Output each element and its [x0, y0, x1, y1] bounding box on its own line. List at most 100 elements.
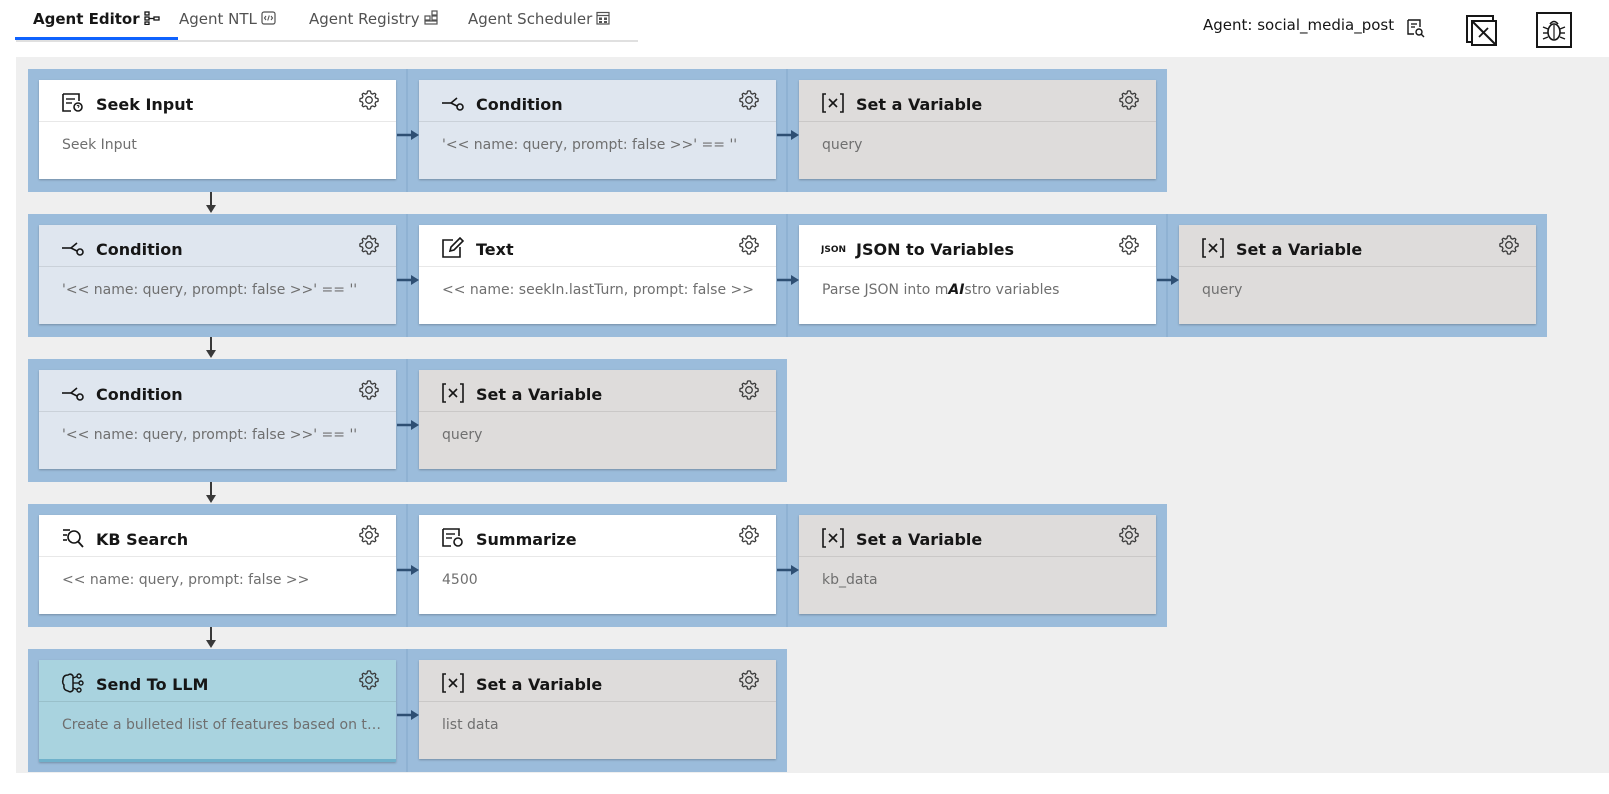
card-title: Send To LLM: [96, 675, 209, 694]
agent-name-label: Agent: social_media_post: [1203, 16, 1395, 34]
variable-icon: [821, 92, 845, 114]
card-body-text: kb_data: [822, 572, 878, 588]
card-header: Set a Variable: [799, 515, 1156, 557]
gear-icon[interactable]: [1118, 524, 1140, 546]
card-header: Condition: [419, 80, 776, 122]
arrow-right-icon: [397, 705, 419, 720]
debug-icon[interactable]: [1536, 12, 1572, 52]
variable-icon: [441, 672, 465, 694]
json-icon: JSON: [820, 237, 846, 259]
node-card-seek-input[interactable]: Seek Input Seek Input: [39, 80, 396, 179]
llm-icon: [61, 672, 85, 694]
card-body: kb_data: [822, 572, 1144, 588]
node-card-json-to-variables[interactable]: JSON JSON to Variables Parse JSON into m…: [799, 225, 1156, 324]
arrow-down-icon: [206, 337, 216, 359]
gear-icon[interactable]: [358, 234, 380, 256]
card-header: Condition: [39, 370, 396, 412]
card-title: Summarize: [476, 530, 577, 549]
card-title: JSON to Variables: [856, 240, 1015, 259]
branch-icon: [61, 237, 85, 259]
tab-bar: Agent Editor Agent NTL Agent Registry Ag…: [15, 0, 638, 42]
card-title: Set a Variable: [476, 675, 603, 694]
gear-icon[interactable]: [738, 89, 760, 111]
arrow-right-icon: [777, 270, 799, 285]
card-title: Set a Variable: [1236, 240, 1363, 259]
node-card-summarize[interactable]: Summarize 4500: [419, 515, 776, 614]
gear-icon[interactable]: [738, 669, 760, 691]
seek-input-icon: [61, 92, 85, 114]
card-body-text: 4500: [442, 572, 478, 588]
card-title: Condition: [96, 240, 183, 259]
gear-icon[interactable]: [358, 669, 380, 691]
gear-icon[interactable]: [1118, 234, 1140, 256]
node-card-set-a-variable[interactable]: Set a Variable query: [419, 370, 776, 469]
calendar-icon: [596, 1, 610, 39]
branch-icon: [61, 382, 85, 404]
node-card-set-a-variable[interactable]: Set a Variable query: [799, 80, 1156, 179]
arrow-down-icon: [206, 192, 216, 214]
card-body-text: '<< name: query, prompt: false >>' == '': [442, 137, 738, 153]
search-document-icon[interactable]: [1405, 18, 1425, 42]
node-card-text[interactable]: Text << name: seekIn.lastTurn, prompt: f…: [419, 225, 776, 324]
tab-agent-registry[interactable]: Agent Registry: [309, 0, 439, 38]
card-header: JSON JSON to Variables: [799, 225, 1156, 267]
card-body-text: list data: [442, 717, 499, 733]
kb-search-icon: [61, 527, 85, 549]
node-card-set-a-variable[interactable]: Set a Variable kb_data: [799, 515, 1156, 614]
tab-label: Agent NTL: [179, 10, 257, 28]
card-header: Set a Variable: [1179, 225, 1536, 267]
gear-icon[interactable]: [1498, 234, 1520, 256]
gear-icon[interactable]: [358, 89, 380, 111]
ai-brand-text: AI: [948, 282, 965, 298]
card-title: Condition: [96, 385, 183, 404]
tab-agent-ntl[interactable]: Agent NTL: [179, 0, 276, 38]
card-title: Condition: [476, 95, 563, 114]
card-body: '<< name: query, prompt: false >>' == '': [442, 137, 764, 153]
card-body-text: stro variables: [964, 282, 1060, 298]
card-title: Set a Variable: [476, 385, 603, 404]
gear-icon[interactable]: [358, 524, 380, 546]
card-body-text: '<< name: query, prompt: false >>' == '': [62, 282, 358, 298]
node-card-send-to-llm[interactable]: Send To LLM Create a bulleted list of fe…: [39, 660, 396, 762]
arrow-right-icon: [777, 560, 799, 575]
arrow-down-icon: [206, 627, 216, 649]
tab-agent-editor[interactable]: Agent Editor: [15, 0, 178, 40]
variable-icon: [441, 382, 465, 404]
card-body: list data: [442, 717, 764, 733]
tab-agent-scheduler[interactable]: Agent Scheduler: [468, 0, 610, 38]
node-card-condition[interactable]: Condition '<< name: query, prompt: false…: [419, 80, 776, 179]
node-card-set-a-variable[interactable]: Set a Variable list data: [419, 660, 776, 759]
arrow-right-icon: [397, 270, 419, 285]
card-body-text: Create a bulleted list of features based…: [62, 717, 384, 733]
card-header: Condition: [39, 225, 396, 267]
card-body-text: query: [822, 137, 863, 153]
export-icon[interactable]: [1466, 15, 1498, 51]
gear-icon[interactable]: [1118, 89, 1140, 111]
card-body: query: [1202, 282, 1524, 298]
node-card-condition[interactable]: Condition '<< name: query, prompt: false…: [39, 370, 396, 469]
card-title: Text: [476, 240, 514, 259]
gear-icon[interactable]: [738, 379, 760, 401]
card-body-text: '<< name: query, prompt: false >>' == '': [62, 427, 358, 443]
code-icon: [261, 1, 276, 39]
card-body: Seek Input: [62, 137, 384, 153]
node-card-set-a-variable[interactable]: Set a Variable query: [1179, 225, 1536, 324]
card-body: query: [822, 137, 1144, 153]
edit-icon: [441, 236, 465, 259]
card-body: Create a bulleted list of features based…: [62, 717, 384, 733]
variable-icon: [821, 527, 845, 549]
branch-icon: [441, 92, 465, 114]
gear-icon[interactable]: [738, 524, 760, 546]
arrow-right-icon: [1157, 270, 1179, 285]
card-body-text: query: [442, 427, 483, 443]
gear-icon[interactable]: [358, 379, 380, 401]
arrow-right-icon: [397, 560, 419, 575]
card-header: Set a Variable: [419, 660, 776, 702]
card-title: Set a Variable: [856, 95, 983, 114]
node-card-condition[interactable]: Condition '<< name: query, prompt: false…: [39, 225, 396, 324]
tab-label: Agent Editor: [33, 10, 140, 28]
card-body: Parse JSON into mAIstro variables: [822, 282, 1144, 298]
node-card-kb-search[interactable]: KB Search << name: query, prompt: false …: [39, 515, 396, 614]
card-body: '<< name: query, prompt: false >>' == '': [62, 282, 384, 298]
gear-icon[interactable]: [738, 234, 760, 256]
